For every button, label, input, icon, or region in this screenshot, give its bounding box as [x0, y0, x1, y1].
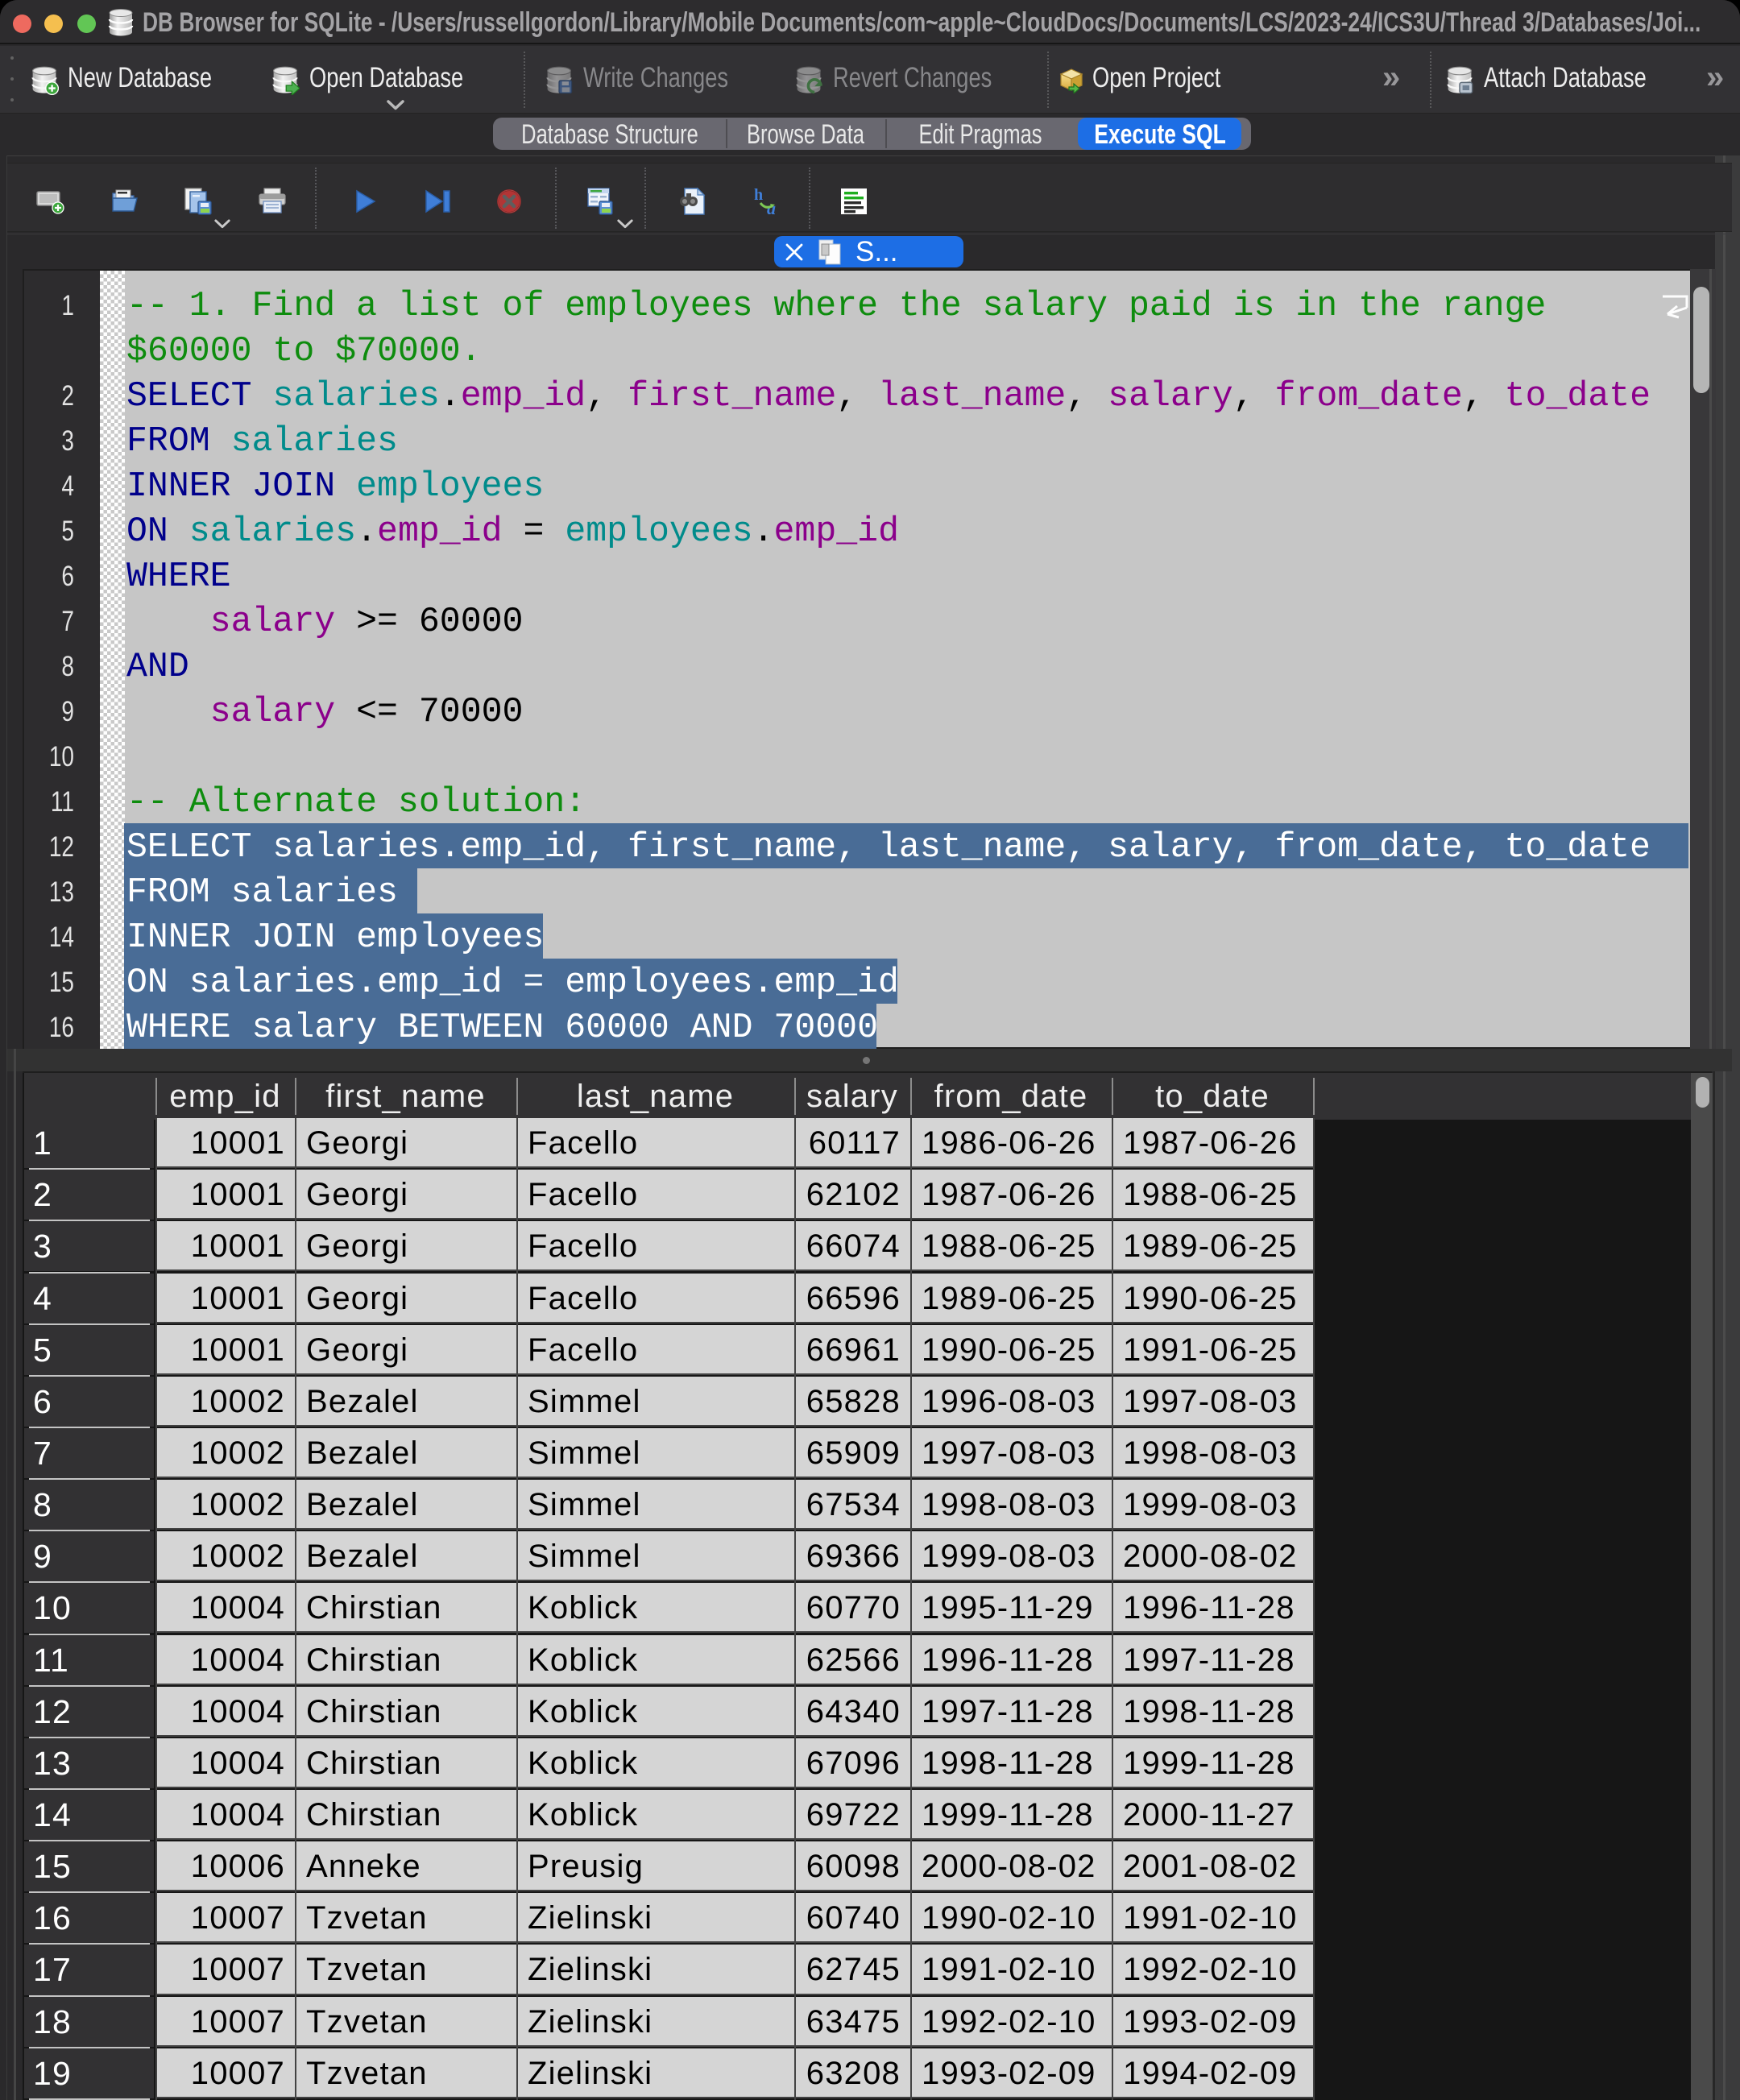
svg-text:h: h [754, 187, 763, 204]
